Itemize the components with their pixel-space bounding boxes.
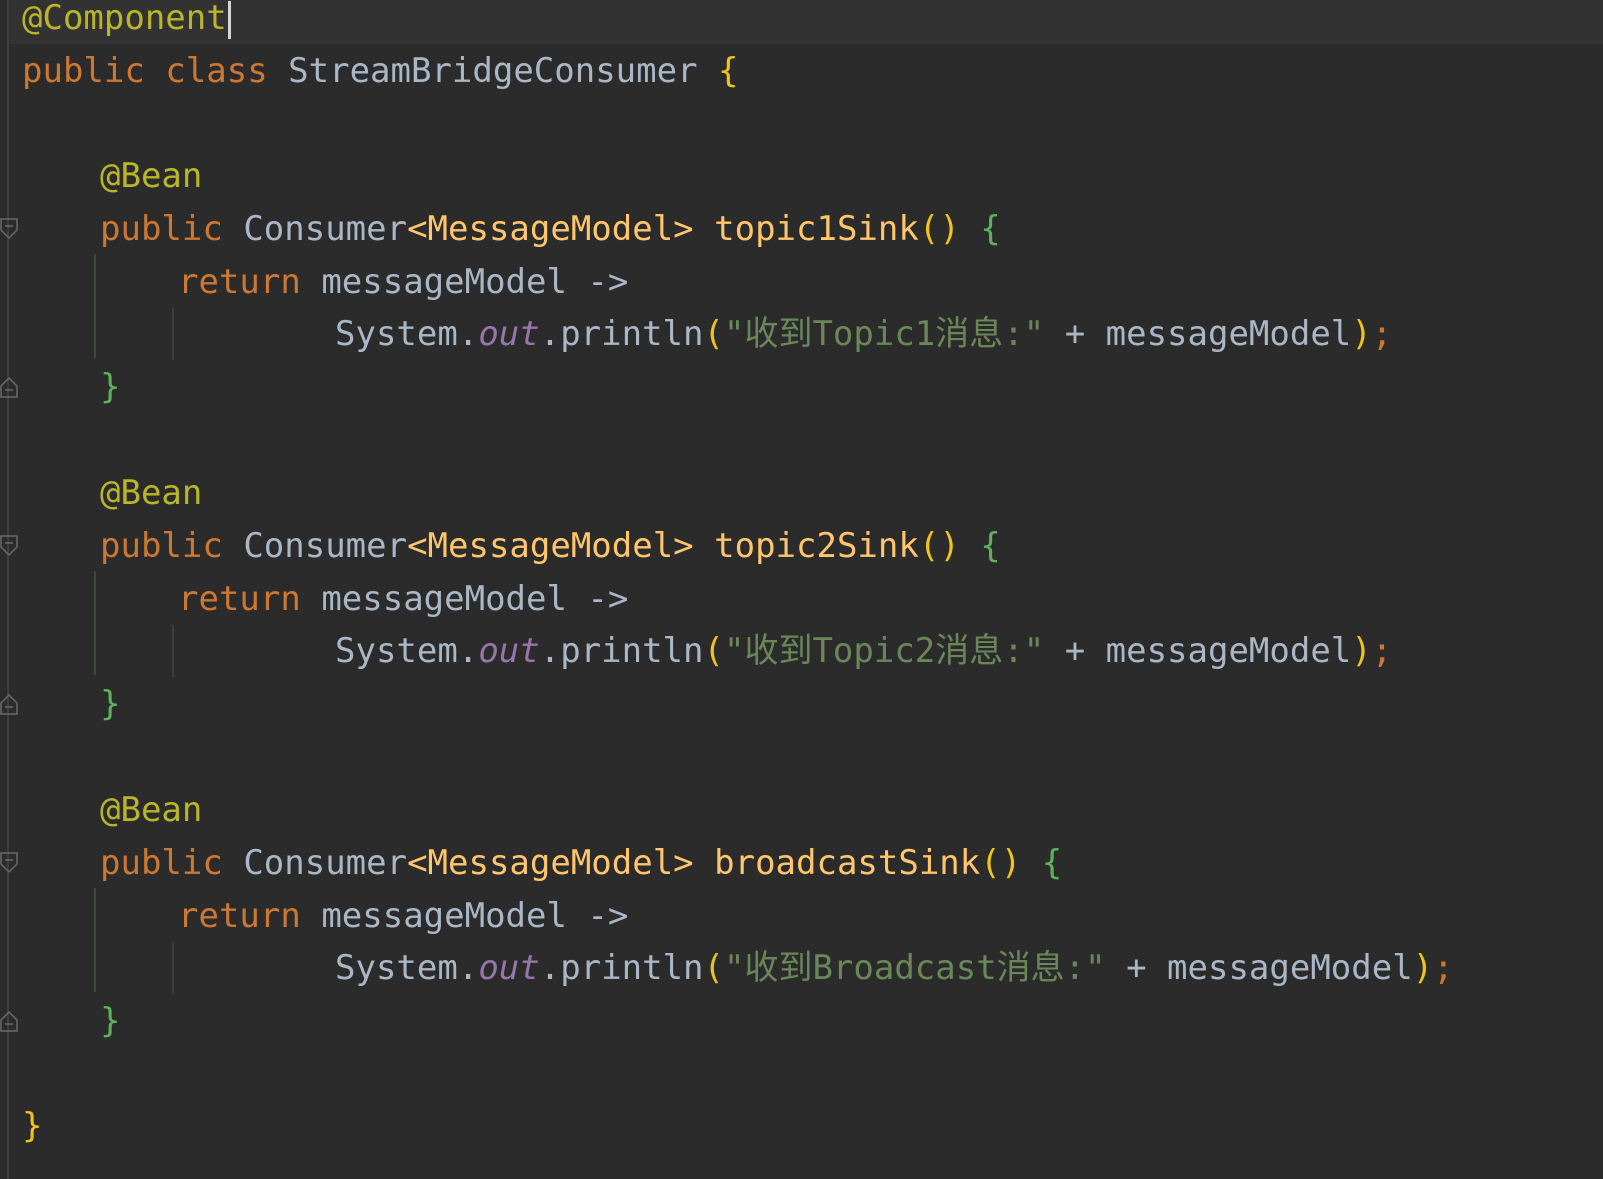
indent-guide — [94, 254, 96, 358]
keyword-public: public — [100, 208, 223, 249]
code-line-method-close[interactable]: } — [100, 678, 120, 730]
semicolon: ; — [1433, 948, 1454, 989]
concat-expression: + messageModel — [1044, 631, 1352, 672]
static-field-out: out — [478, 948, 540, 989]
system-class: System — [335, 631, 458, 672]
semicolon: ; — [1371, 631, 1393, 672]
return-type: Consumer — [243, 525, 408, 566]
class-name: StreamBridgeConsumer — [288, 51, 698, 91]
code-line-println[interactable]: System.out.println("收到Topic2消息:" + messa… — [335, 625, 1392, 677]
code-line-method-signature[interactable]: public Consumer<MessageModel> topic2Sink… — [100, 520, 1001, 572]
lambda-param: messageModel -> — [321, 261, 629, 302]
annotation-bean: @Bean — [100, 473, 203, 513]
return-type: Consumer — [243, 208, 408, 249]
code-line-println[interactable]: System.out.println("收到Topic1消息:" + messa… — [335, 308, 1392, 360]
string-literal: "收到Topic1消息:" — [723, 314, 1045, 355]
close-paren: ) — [1351, 314, 1372, 355]
keyword-return: return — [178, 578, 301, 619]
open-paren: ( — [703, 631, 724, 672]
code-line-return[interactable]: return messageModel -> — [178, 890, 628, 942]
indent-guide — [94, 888, 96, 992]
method-parens: () — [918, 208, 960, 249]
return-type: Consumer — [243, 842, 408, 883]
indent-guide-inner — [172, 625, 174, 677]
lambda-param: messageModel -> — [321, 895, 629, 936]
current-line-highlight — [9, 0, 1603, 44]
method-name: broadcastSink — [714, 842, 981, 883]
fold-open-icon[interactable] — [0, 852, 18, 874]
static-field-out: out — [478, 314, 540, 355]
code-line-bean-annotation[interactable]: @Bean — [100, 150, 202, 202]
method-open-brace: { — [980, 525, 1001, 566]
method-name: topic2Sink — [714, 525, 919, 566]
static-field-out: out — [478, 631, 540, 672]
method-close-brace: } — [100, 684, 121, 725]
method-name: topic1Sink — [714, 208, 919, 249]
code-line-component-annotation[interactable]: @Component — [22, 0, 231, 44]
open-paren: ( — [703, 314, 724, 355]
annotation-bean: @Bean — [100, 156, 203, 196]
semicolon: ; — [1371, 314, 1393, 355]
keyword-class: class — [165, 51, 268, 91]
annotation-bean: @Bean — [100, 790, 203, 830]
method-parens: () — [918, 525, 960, 566]
close-paren: ) — [1351, 631, 1372, 672]
keyword-return: return — [178, 895, 301, 936]
text-caret — [227, 0, 231, 39]
system-class: System — [335, 314, 458, 355]
gutter-border — [7, 0, 9, 1179]
fold-open-icon[interactable] — [0, 535, 18, 557]
annotation-component: @Component — [22, 0, 227, 38]
lambda-param: messageModel -> — [321, 578, 629, 619]
method-close-brace: } — [100, 367, 121, 408]
class-open-brace: { — [718, 51, 739, 91]
indent-guide-inner — [172, 942, 174, 994]
open-paren: ( — [703, 948, 724, 989]
code-line-method-close[interactable]: } — [100, 361, 120, 413]
code-line-bean-annotation[interactable]: @Bean — [100, 467, 202, 519]
method-parens: () — [980, 842, 1022, 883]
code-line-method-signature[interactable]: public Consumer<MessageModel> topic1Sink… — [100, 203, 1001, 255]
generic-type: <MessageModel> — [407, 525, 694, 566]
code-line-bean-annotation[interactable]: @Bean — [100, 784, 202, 836]
fold-close-icon[interactable] — [0, 1010, 18, 1032]
indent-guide — [94, 571, 96, 675]
fold-close-icon[interactable] — [0, 376, 18, 398]
code-editor[interactable]: @Component public class StreamBridgeCons… — [0, 0, 1603, 1179]
code-line-method-close[interactable]: } — [100, 995, 120, 1047]
keyword-return: return — [178, 261, 301, 302]
println-call: .println — [539, 314, 704, 355]
close-paren: ) — [1412, 948, 1434, 989]
code-line-return[interactable]: return messageModel -> — [178, 256, 628, 308]
println-call: .println — [539, 631, 704, 672]
concat-expression: + messageModel — [1105, 948, 1413, 989]
indent-guide-inner — [172, 308, 174, 360]
code-line-class-declaration[interactable]: public class StreamBridgeConsumer { — [22, 45, 739, 97]
fold-open-icon[interactable] — [0, 218, 18, 240]
concat-expression: + messageModel — [1044, 314, 1352, 355]
string-literal: "收到Topic2消息:" — [723, 631, 1045, 672]
println-call: .println — [539, 948, 704, 989]
keyword-public: public — [100, 525, 223, 566]
keyword-public: public — [22, 51, 145, 91]
fold-close-icon[interactable] — [0, 693, 18, 715]
generic-type: <MessageModel> — [407, 842, 694, 883]
system-class: System — [335, 948, 458, 989]
generic-type: <MessageModel> — [407, 208, 694, 249]
class-close-brace: } — [22, 1106, 43, 1146]
code-line-method-signature[interactable]: public Consumer<MessageModel> broadcastS… — [100, 837, 1062, 889]
method-open-brace: { — [1041, 842, 1063, 883]
code-line-return[interactable]: return messageModel -> — [178, 573, 628, 625]
method-close-brace: } — [100, 1001, 121, 1042]
code-line-class-close[interactable]: } — [22, 1100, 42, 1152]
string-literal: "收到Broadcast消息:" — [723, 948, 1106, 989]
keyword-public: public — [100, 842, 223, 883]
code-line-println[interactable]: System.out.println("收到Broadcast消息:" + me… — [335, 942, 1454, 994]
method-open-brace: { — [980, 208, 1001, 249]
